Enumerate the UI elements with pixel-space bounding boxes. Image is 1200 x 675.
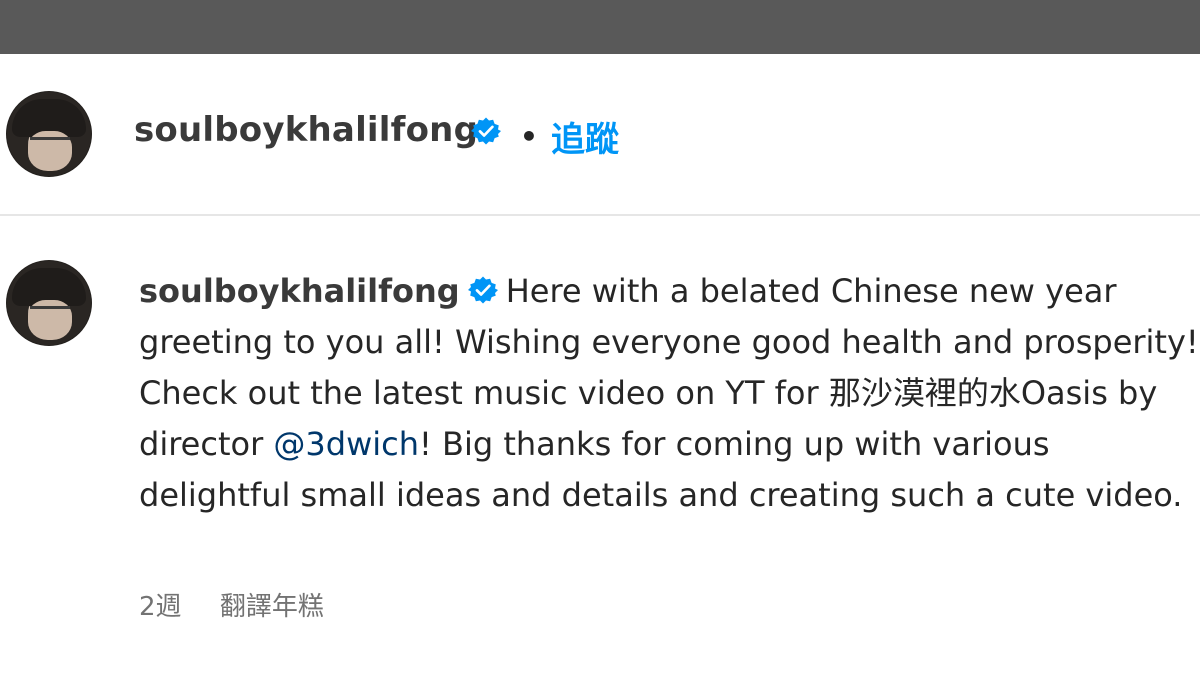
window-top-bar — [0, 0, 1200, 54]
verified-badge-icon — [467, 276, 498, 304]
timestamp[interactable]: 2週 — [139, 592, 182, 622]
caption-text: soulboykhalilfong Here with a belated Ch… — [139, 266, 1199, 521]
post-meta: 2週 翻譯年糕 — [139, 586, 324, 623]
translate-link[interactable]: 翻譯年糕 — [220, 592, 324, 622]
header-username[interactable]: soulboykhalilfong — [134, 110, 478, 150]
mention-link[interactable]: @3dwich — [273, 425, 419, 463]
separator-dot: • — [520, 120, 538, 153]
follow-button[interactable]: 追蹤 — [551, 112, 619, 161]
divider — [0, 214, 1200, 216]
caption-username[interactable]: soulboykhalilfong — [139, 272, 460, 310]
verified-badge-icon — [471, 117, 501, 145]
avatar[interactable] — [6, 260, 92, 346]
avatar[interactable] — [6, 91, 92, 177]
